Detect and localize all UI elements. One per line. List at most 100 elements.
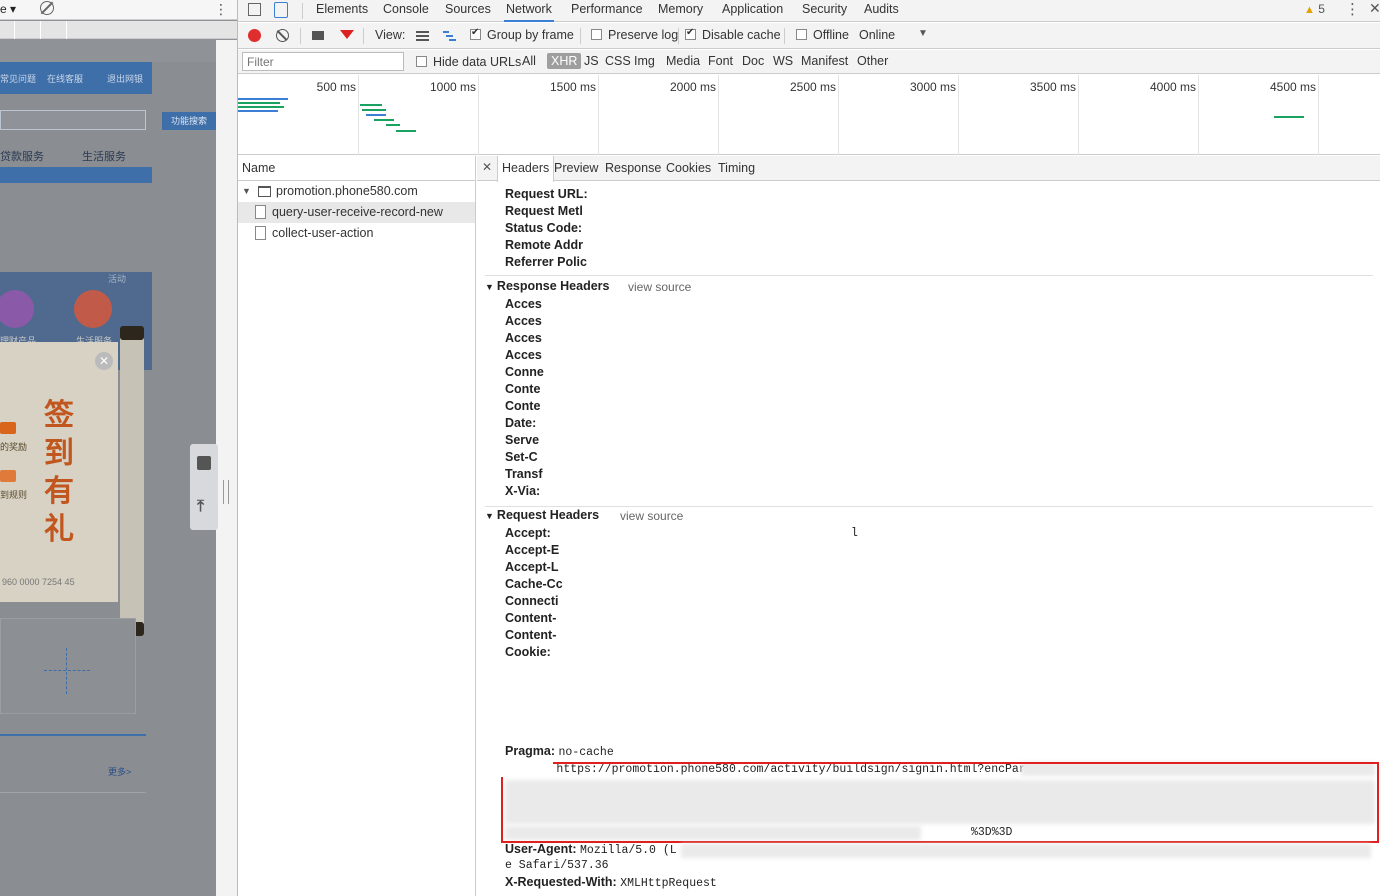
mobile-search-button[interactable]: 功能搜索 — [162, 112, 216, 130]
type-filter-all[interactable]: All — [518, 53, 540, 69]
chevron-down-icon[interactable]: ▼ — [918, 28, 928, 39]
request-header-key: Accept: — [505, 526, 551, 540]
large-rows-icon[interactable] — [416, 31, 429, 41]
group-by-frame-label: Group by frame — [487, 28, 574, 42]
mobile-search-input[interactable] — [0, 110, 146, 130]
tab-sources[interactable]: Sources — [443, 2, 493, 22]
rotate-icon[interactable] — [40, 1, 54, 15]
general-status-code: Status Code: — [505, 221, 582, 235]
warning-counter[interactable]: ▲ 5 — [1304, 2, 1325, 16]
overview-icon[interactable] — [443, 31, 456, 41]
tab-memory[interactable]: Memory — [656, 2, 705, 22]
response-header-key-text: Conte — [505, 399, 541, 413]
name-column-header[interactable]: Name — [238, 156, 475, 181]
inspect-element-icon[interactable] — [248, 3, 261, 16]
highlight-notch — [501, 762, 553, 777]
waterfall-bar — [238, 98, 288, 100]
tab-cookies[interactable]: Cookies — [662, 156, 715, 181]
network-overview[interactable]: 500 ms 1000 ms 1500 ms 2000 ms 2500 ms 3… — [238, 75, 1380, 155]
frame-group-row[interactable]: ▼ promotion.phone580.com — [238, 181, 475, 202]
more-options-icon[interactable]: ⋮ — [214, 1, 228, 18]
warning-icon: ▲ — [1304, 4, 1315, 16]
tab-timing[interactable]: Timing — [714, 156, 759, 181]
group-by-frame-checkbox[interactable]: Group by frame — [470, 27, 574, 42]
mobile-nav-loan[interactable]: 贷款服务 — [0, 148, 44, 164]
tab-performance[interactable]: Performance — [569, 2, 645, 22]
warning-count: 5 — [1318, 2, 1325, 16]
tab-headers[interactable]: Headers — [497, 156, 555, 182]
response-header-key: Conte — [505, 399, 540, 413]
request-header-key-text: Accept: — [505, 526, 551, 540]
popup-item-rules[interactable]: 到规则 — [0, 488, 27, 501]
tab-console[interactable]: Console — [381, 2, 431, 22]
waterfall-bar — [238, 110, 278, 112]
preserve-log-checkbox[interactable]: Preserve log — [591, 28, 678, 42]
mobile-link-service[interactable]: 在线客服 — [47, 72, 83, 85]
request-row[interactable]: collect-user-action — [238, 223, 475, 244]
response-headers-toggle[interactable]: ▼ Response Headers — [485, 279, 609, 293]
close-detail-icon[interactable]: ✕ — [482, 160, 492, 174]
network-filterbar: Hide data URLs All XHR JS CSS Img Media … — [238, 50, 1380, 74]
waterfall-bar — [238, 102, 280, 104]
response-view-source-link[interactable]: view source — [628, 280, 691, 294]
type-filter-ws[interactable]: WS — [769, 53, 797, 69]
tab-response[interactable]: Response — [601, 156, 665, 181]
request-view-source-link[interactable]: view source — [620, 509, 683, 523]
mobile-more-link[interactable]: 更多> — [108, 765, 131, 778]
request-headers-toggle[interactable]: ▼ Request Headers — [485, 508, 599, 522]
back-to-top-icon[interactable]: ⤒ — [197, 498, 204, 516]
offline-checkbox[interactable]: Offline — [796, 28, 849, 42]
hide-data-urls-checkbox[interactable]: Hide data URLs — [416, 55, 521, 69]
hide-data-urls-label: Hide data URLs — [433, 55, 522, 69]
network-toolbar: View: Group by frame Preserve log Disabl… — [238, 23, 1380, 49]
devtools-close-icon[interactable]: ✕ — [1369, 0, 1380, 17]
device-select[interactable]: e ▾ — [0, 2, 16, 16]
capture-screenshots-icon[interactable] — [312, 31, 324, 40]
response-header-key-text: Acces — [505, 297, 542, 311]
devtools-menu-icon[interactable]: ⋮ — [1345, 0, 1360, 18]
tab-network[interactable]: Network — [504, 2, 554, 22]
type-filter-other[interactable]: Other — [853, 53, 892, 69]
throttling-select[interactable]: Online — [859, 28, 895, 42]
type-filter-img[interactable]: Img — [630, 53, 659, 69]
x-requested-with-value: XMLHttpRequest — [620, 877, 717, 890]
contact-icon[interactable] — [197, 456, 211, 470]
tab-security[interactable]: Security — [800, 2, 849, 22]
clear-icon[interactable] — [276, 29, 289, 42]
request-row[interactable]: query-user-receive-record-new — [238, 202, 475, 223]
overview-tick-1500: 1500 ms — [549, 80, 596, 94]
tab-audits[interactable]: Audits — [862, 2, 901, 22]
type-filter-doc[interactable]: Doc — [738, 53, 768, 69]
type-filter-font[interactable]: Font — [704, 53, 737, 69]
tab-preview[interactable]: Preview — [550, 156, 602, 181]
popup-item-rewards[interactable]: 的奖励 — [0, 440, 27, 453]
filter-icon[interactable] — [340, 30, 354, 39]
expand-triangle-icon[interactable]: ▼ — [242, 181, 251, 202]
filter-input[interactable] — [242, 52, 404, 71]
pane-resize-handle[interactable] — [223, 480, 229, 504]
tab-application[interactable]: Application — [720, 2, 785, 22]
view-label: View: — [375, 28, 406, 42]
mobile-nav-life[interactable]: 生活服务 — [82, 148, 126, 164]
request-header-key: Cookie: — [505, 645, 551, 659]
gift-icon — [0, 422, 16, 434]
expand-triangle-icon: ▼ — [485, 282, 494, 292]
type-filter-media[interactable]: Media — [662, 53, 704, 69]
overview-tick-2000: 2000 ms — [669, 80, 716, 94]
popup-close-icon[interactable]: ✕ — [95, 352, 113, 370]
disable-cache-checkbox[interactable]: Disable cache — [685, 27, 781, 42]
waterfall-bar — [360, 104, 382, 106]
type-filter-js[interactable]: JS — [580, 53, 603, 69]
mobile-link-faq[interactable]: 常见问题 — [0, 72, 36, 85]
type-filter-manifest[interactable]: Manifest — [797, 53, 852, 69]
life-service-icon[interactable] — [74, 290, 112, 328]
floating-tools: ⤒ — [190, 444, 218, 530]
record-icon[interactable] — [248, 29, 261, 42]
device-toolbar-icon[interactable] — [274, 2, 288, 18]
response-header-key: Date: — [505, 416, 536, 430]
tab-elements[interactable]: Elements — [314, 2, 370, 22]
type-filter-xhr[interactable]: XHR — [547, 53, 582, 69]
request-header-key: Cache-Cc — [505, 577, 563, 591]
response-header-key-text: Transf — [505, 467, 543, 481]
mobile-link-logout[interactable]: 退出网银 — [107, 72, 143, 85]
